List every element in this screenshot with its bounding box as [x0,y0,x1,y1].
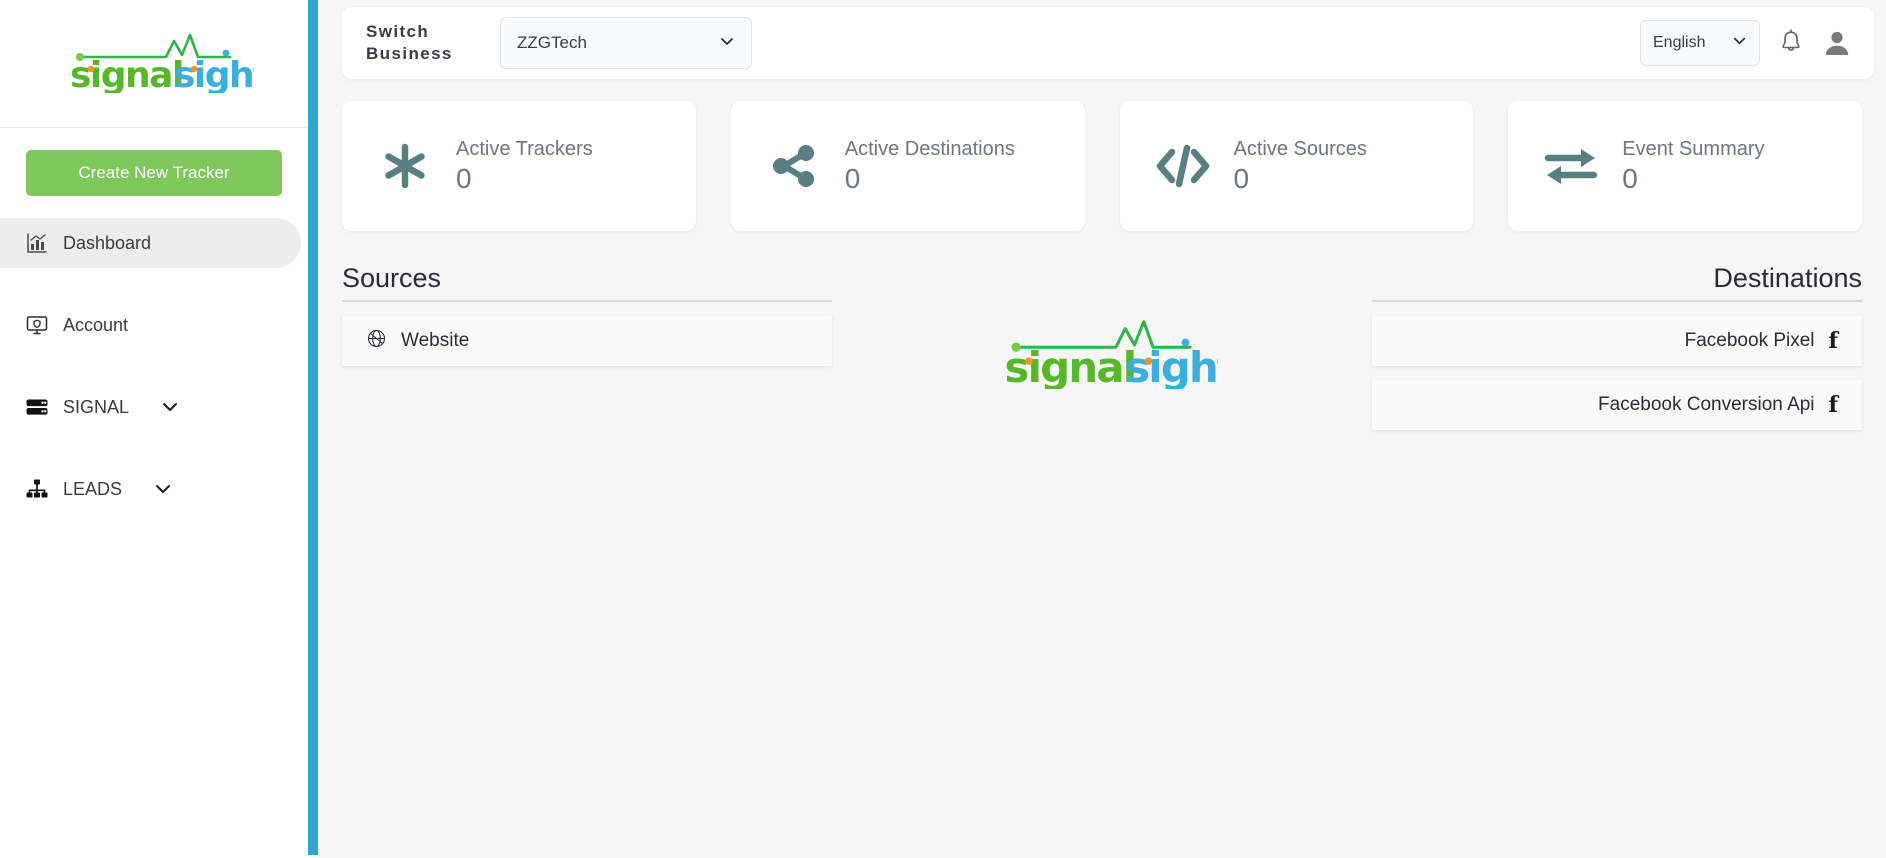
sidebar-item-account[interactable]: Account [0,300,301,350]
svg-text:sight: sight [1125,343,1218,389]
source-item-label: Website [401,330,470,351]
sources-heading: Sources [342,263,832,302]
stat-card-active-sources[interactable]: Active Sources 0 [1119,101,1474,231]
stat-card-title: Active Destinations [844,137,1015,160]
watermark-logo-graphic: signal sight [1005,320,1238,392]
user-avatar-icon[interactable] [1822,28,1852,58]
chevron-down-icon[interactable] [153,479,173,499]
stat-card-title: Active Sources [1233,137,1367,160]
svg-text:signal: signal [70,55,183,93]
sidebar-divider [308,0,318,855]
sitemap-icon [24,476,50,502]
sidebar-item-label: Account [63,314,129,335]
sources-panel: Sources Website [342,263,832,366]
destination-item-facebook-pixel[interactable]: Facebook Pixel f [1372,316,1862,366]
monitor-shield-icon [24,312,50,338]
sidebar-nav: Dashboard Account SIGNAL LEADS [0,218,308,514]
app-root: signal sight Create New Tracker [0,0,1886,858]
switch-business-label: Switch Business [366,21,453,63]
business-select[interactable]: ZZGTech [500,17,752,69]
svg-text:signal: signal [1005,343,1136,389]
chevron-down-icon[interactable] [160,397,180,417]
stat-card-text: Active Sources 0 [1234,138,1367,195]
stat-card-title: Active Trackers [456,137,593,160]
language-select[interactable]: English [1640,20,1760,66]
sidebar-item-label: Dashboard [63,232,152,253]
stat-card-active-trackers[interactable]: Active Trackers 0 [342,101,696,231]
stat-card-active-destinations[interactable]: Active Destinations 0 [730,101,1085,231]
destination-item-label: Facebook Conversion Api [1598,394,1815,415]
signalsight-logo: signal sight [54,31,272,97]
stat-card-text: Active Trackers 0 [456,138,593,195]
globe-icon [366,328,387,355]
sidebar-item-dashboard[interactable]: Dashboard [0,218,301,268]
svg-text:sight: sight [174,55,254,93]
exchange-arrows-icon [1542,137,1600,195]
chevron-down-icon [1732,33,1747,53]
asterisk-icon [376,137,434,195]
sidebar-item-label: SIGNAL [63,396,130,417]
business-select-value: ZZGTech [517,33,587,52]
stat-card-text: Event Summary 0 [1622,138,1764,195]
stat-card-value: 0 [456,162,472,194]
destinations-panel: Destinations Facebook Pixel f Facebook C… [1372,263,1862,430]
code-icon [1154,137,1212,195]
facebook-icon: f [1828,328,1838,354]
create-new-tracker-button[interactable]: Create New Tracker [26,150,282,196]
create-tracker-wrap: Create New Tracker [0,128,308,196]
topbar: Switch Business ZZGTech English [342,7,1874,79]
sidebar-item-leads[interactable]: LEADS [0,464,301,514]
stat-card-value: 0 [1622,162,1638,194]
logo-graphic: signal sight [70,33,272,96]
sources-destinations-panels: Sources Website signal sigh Destinations… [318,231,1886,430]
stat-card-event-summary[interactable]: Event Summary 0 [1508,101,1862,231]
chart-bar-icon [24,230,50,256]
language-select-value: English [1653,34,1706,51]
source-item-website[interactable]: Website [342,316,832,366]
main-content: Switch Business ZZGTech English Active T… [318,0,1886,858]
sidebar-item-signal[interactable]: SIGNAL [0,382,301,432]
brand-logo[interactable]: signal sight [0,0,308,128]
stat-card-value: 0 [844,162,861,194]
stat-card-title: Event Summary [1622,137,1765,160]
destination-item-label: Facebook Pixel [1684,330,1815,351]
chevron-down-icon [719,33,735,54]
topbar-right-group: English [1640,20,1852,66]
destination-item-facebook-conversion-api[interactable]: Facebook Conversion Api f [1372,380,1862,430]
signalsight-watermark: signal sight [986,317,1238,394]
stat-card-text: Active Destinations 0 [845,138,1015,195]
facebook-icon: f [1828,392,1838,418]
bell-icon[interactable] [1778,29,1804,57]
sidebar-item-label: LEADS [63,478,123,499]
server-icon [24,394,50,420]
stat-cards: Active Trackers 0 Active Destinations 0 … [318,79,1886,231]
destinations-heading: Destinations [1372,263,1862,302]
sidebar: signal sight Create New Tracker [0,0,308,858]
stat-card-value: 0 [1233,162,1250,194]
share-nodes-icon [765,137,823,195]
